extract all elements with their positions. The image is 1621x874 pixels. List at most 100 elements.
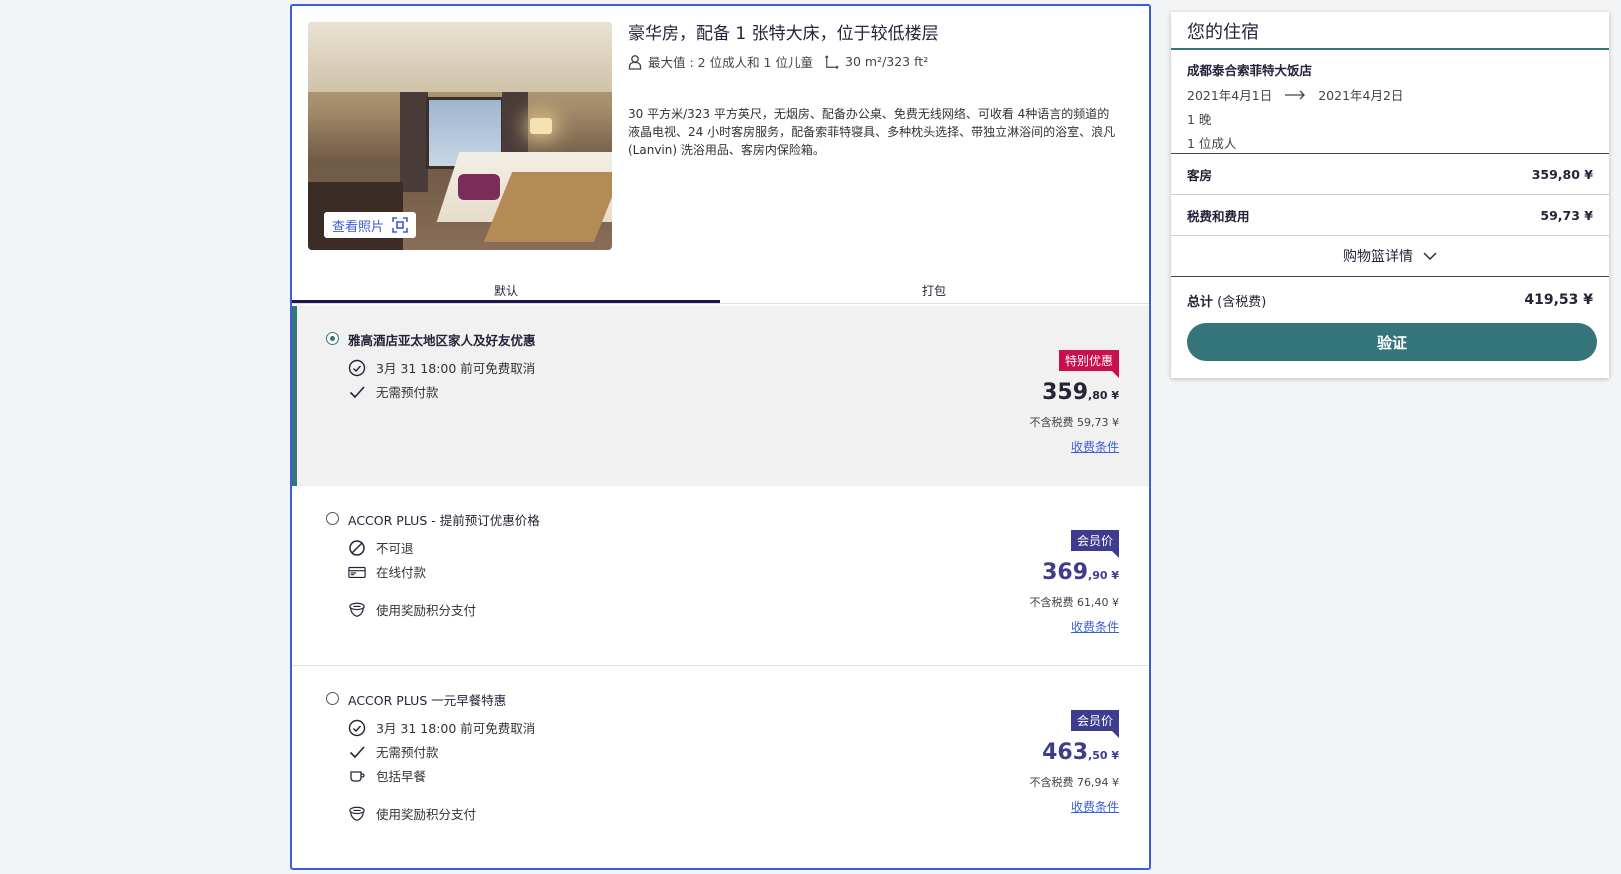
offer-price-box: 特别优惠 359,80 ¥ 不含税费 59,73 ¥ 收费条件 xyxy=(959,350,1120,455)
rate-conditions-link[interactable]: 收费条件 xyxy=(959,438,1119,455)
stay-details: 成都泰合索菲特大饭店 2021年4月1日 2021年4月2日 1 晚 1 位成人 xyxy=(1171,50,1609,154)
offer-feature: 不可退 xyxy=(348,538,414,557)
tax-cost-label: 税费和费用 xyxy=(1187,208,1250,224)
photo-ceiling xyxy=(308,22,612,92)
offer-price: 359,80 ¥ xyxy=(959,381,1119,408)
room-cost-row: 客房 359,80 ¥ xyxy=(1171,154,1609,195)
area-icon xyxy=(825,55,839,69)
offer-feature-text: 无需预付款 xyxy=(376,385,439,400)
stay-guests: 1 位成人 xyxy=(1187,136,1237,151)
chevron-down-icon xyxy=(1423,252,1437,260)
rate-conditions-link[interactable]: 收费条件 xyxy=(959,798,1119,815)
offer-feature: 3月 31 18:00 前可免费取消 xyxy=(348,358,535,377)
credit-card-icon xyxy=(348,566,366,578)
price-integer: 359 xyxy=(1042,380,1089,405)
price-decimal: ,90 ¥ xyxy=(1088,569,1119,582)
offer-feature-text: 使用奖励积分支付 xyxy=(376,603,477,618)
offer-tax: 不含税费 59,73 ¥ xyxy=(1029,416,1119,429)
offer-feature-text: 使用奖励积分支付 xyxy=(376,807,477,822)
cart-details-label: 购物篮详情 xyxy=(1343,249,1413,265)
offer-price: 369,90 ¥ xyxy=(959,561,1119,588)
offer-price-box: 会员价 369,90 ¥ 不含税费 61,40 ¥ 收费条件 xyxy=(959,530,1120,635)
offer-tax: 不含税费 76,94 ¥ xyxy=(1029,776,1119,789)
offer-feature-text: 3月 31 18:00 前可免费取消 xyxy=(376,361,536,376)
clock-icon xyxy=(348,359,366,376)
total-label-text: 总计 xyxy=(1187,294,1214,310)
offer-feature-text: 在线付款 xyxy=(376,565,427,580)
offer-radio[interactable] xyxy=(326,692,339,705)
offer-name: ACCOR PLUS - 提前预订优惠价格 xyxy=(348,513,540,528)
member-price-badge: 会员价 xyxy=(1070,710,1120,738)
coffee-cup-icon xyxy=(350,770,365,782)
room-card: 查看照片 豪华房，配备 1 张特大床，位于较低楼层 最大值 : 2 位成人和 1… xyxy=(290,4,1151,870)
no-refund-icon xyxy=(349,539,365,556)
price-integer: 463 xyxy=(1042,740,1089,765)
special-offer-badge: 特别优惠 xyxy=(1058,350,1120,378)
offer-radio[interactable] xyxy=(326,332,339,345)
offer-feature: 使用奖励积分支付 xyxy=(348,600,476,619)
tax-cost-amount: 59,73 ¥ xyxy=(1540,207,1593,223)
tax-cost-row: 税费和费用 59,73 ¥ xyxy=(1171,195,1609,236)
offer-name: ACCOR PLUS 一元早餐特惠 xyxy=(348,693,507,708)
price-decimal: ,50 ¥ xyxy=(1088,749,1119,762)
offer-feature-text: 3月 31 18:00 前可免费取消 xyxy=(376,721,536,736)
checkout-date: 2021年4月2日 xyxy=(1318,88,1404,103)
offer-price-box: 会员价 463,50 ¥ 不含税费 76,94 ¥ 收费条件 xyxy=(959,710,1120,815)
expand-icon xyxy=(392,217,408,233)
price-decimal: ,80 ¥ xyxy=(1088,389,1119,402)
offer-radio[interactable] xyxy=(326,512,339,525)
offer-feature-text: 包括早餐 xyxy=(376,769,427,784)
hotel-name: 成都泰合索菲特大饭店 xyxy=(1187,63,1313,78)
rewards-points-icon xyxy=(349,806,365,821)
cart-details-toggle[interactable]: 购物篮详情 xyxy=(1171,236,1609,277)
rate-conditions-link[interactable]: 收费条件 xyxy=(959,618,1119,635)
summary-title: 您的住宿 xyxy=(1171,12,1609,50)
room-title: 豪华房，配备 1 张特大床，位于较低楼层 xyxy=(628,24,939,44)
offer-price: 463,50 ¥ xyxy=(959,741,1119,768)
offer-feature: 无需预付款 xyxy=(348,382,439,401)
photo-lamp xyxy=(530,118,552,134)
stay-dates: 2021年4月1日 2021年4月2日 xyxy=(1187,85,1593,104)
view-photos-label: 查看照片 xyxy=(332,219,385,235)
offer-tax: 不含税费 61,40 ¥ xyxy=(1029,596,1119,609)
member-price-badge: 会员价 xyxy=(1070,530,1120,558)
offer-row[interactable]: ACCOR PLUS 一元早餐特惠 3月 31 18:00 前可免费取消 无需预… xyxy=(292,666,1149,846)
price-integer: 369 xyxy=(1042,560,1089,585)
tab-package[interactable]: 打包 xyxy=(720,276,1148,303)
rewards-points-icon xyxy=(349,602,365,617)
total-row: 总计 (含税费) 419,53 ¥ xyxy=(1171,277,1609,323)
arrow-right-icon xyxy=(1285,90,1306,99)
room-capacity: 最大值 : 2 位成人和 1 位儿童 xyxy=(648,55,813,70)
tab-default[interactable]: 默认 xyxy=(292,276,720,303)
offer-row[interactable]: 雅高酒店亚太地区家人及好友优惠 3月 31 18:00 前可免费取消 无需预付款… xyxy=(292,306,1149,486)
checkin-date: 2021年4月1日 xyxy=(1187,88,1273,103)
offer-feature: 3月 31 18:00 前可免费取消 xyxy=(348,718,535,737)
check-icon xyxy=(349,385,365,398)
photo-chair xyxy=(458,174,500,200)
stay-nights: 1 晚 xyxy=(1187,112,1212,127)
room-cost-amount: 359,80 ¥ xyxy=(1531,166,1593,182)
room-meta: 最大值 : 2 位成人和 1 位儿童 30 m²/323 ft² xyxy=(628,52,1128,71)
offer-name: 雅高酒店亚太地区家人及好友优惠 xyxy=(348,333,536,348)
offer-feature: 无需预付款 xyxy=(348,742,439,761)
room-size: 30 m²/323 ft² xyxy=(845,54,929,69)
offer-feature: 使用奖励积分支付 xyxy=(348,804,476,823)
offer-row[interactable]: ACCOR PLUS - 提前预订优惠价格 不可退 在线付款 使用奖励积分支付 … xyxy=(292,486,1149,666)
clock-icon xyxy=(348,719,366,736)
verify-button[interactable]: 验证 xyxy=(1187,323,1597,361)
total-amount: 419,53 ¥ xyxy=(1524,292,1593,308)
room-photo[interactable]: 查看照片 xyxy=(308,22,612,250)
view-photos-button[interactable]: 查看照片 xyxy=(324,212,417,238)
offer-feature-text: 无需预付款 xyxy=(376,745,439,760)
room-description: 30 平方米/323 平方英尺，无烟房、配备办公桌、免费无线网络、可收看 4种语… xyxy=(628,107,1116,157)
offer-feature-text: 不可退 xyxy=(376,541,414,556)
offer-feature: 在线付款 xyxy=(348,562,426,581)
rate-tabs: 默认 打包 xyxy=(292,276,1149,304)
total-label-suffix: (含税费) xyxy=(1213,294,1267,310)
stay-summary: 您的住宿 成都泰合索菲特大饭店 2021年4月1日 2021年4月2日 1 晚 … xyxy=(1171,12,1609,378)
check-icon xyxy=(349,745,365,758)
offer-feature: 包括早餐 xyxy=(348,766,426,785)
total-label: 总计 (含税费) xyxy=(1187,291,1266,310)
person-icon xyxy=(628,54,642,70)
room-info: 豪华房，配备 1 张特大床，位于较低楼层 最大值 : 2 位成人和 1 位儿童 … xyxy=(628,22,1128,159)
